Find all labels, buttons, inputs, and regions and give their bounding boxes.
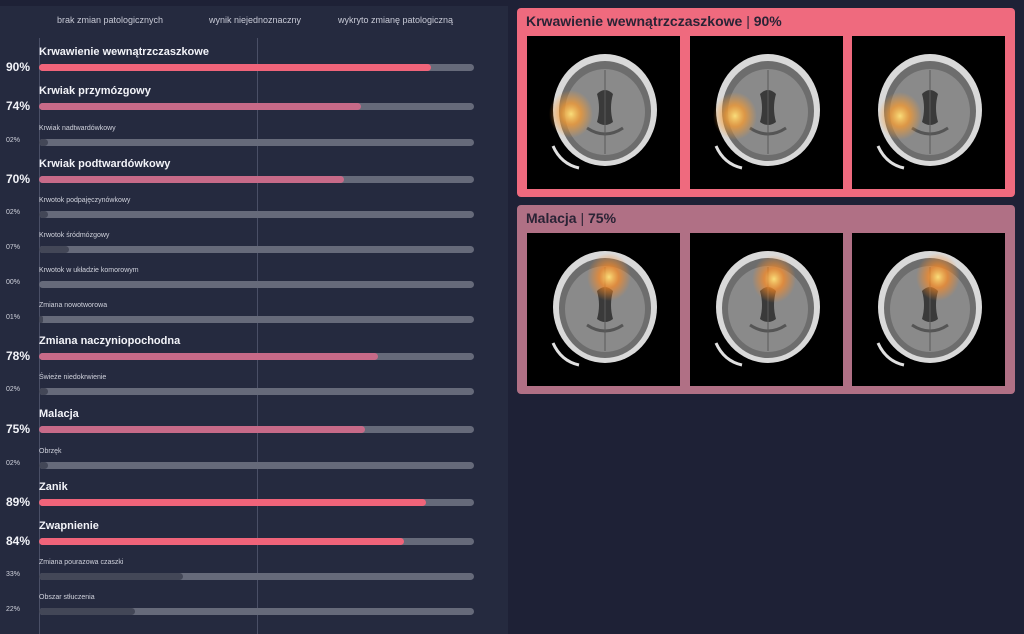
finding-bar-track bbox=[39, 388, 474, 395]
finding-bar-fill bbox=[39, 64, 431, 71]
finding-bar-fill bbox=[39, 499, 427, 506]
heatmap-card[interactable]: Malacja | 75% bbox=[517, 205, 1015, 394]
finding-percent: 07% bbox=[6, 244, 21, 251]
card-label: Malacja bbox=[526, 210, 577, 226]
finding-bar-track bbox=[39, 103, 474, 110]
finding-bar-track bbox=[39, 211, 474, 218]
finding-label: Krwotok podpajęczynówkowy bbox=[39, 197, 131, 204]
finding-bar-fill bbox=[39, 573, 183, 580]
finding-bar-track bbox=[39, 353, 474, 360]
finding-percent: 01% bbox=[6, 314, 21, 321]
finding-percent: 90% bbox=[6, 60, 31, 74]
finding-label: Malacja bbox=[39, 408, 79, 420]
finding-bar-fill bbox=[39, 316, 44, 323]
finding-bar-track bbox=[39, 573, 474, 580]
finding-bar-fill bbox=[39, 246, 70, 253]
heatmap-card[interactable]: Krwawienie wewnątrzczaszkowe | 90% bbox=[517, 8, 1015, 197]
scale-header-pathological: wykryto zmianę patologiczną bbox=[338, 15, 454, 25]
finding-percent: 70% bbox=[6, 172, 31, 186]
finding-percent: 22% bbox=[6, 606, 21, 613]
finding-bar-track bbox=[39, 499, 474, 506]
ct-scan-icon[interactable] bbox=[527, 36, 680, 189]
finding-bar-fill bbox=[39, 388, 48, 395]
finding-label: Zmiana naczyniopochodna bbox=[39, 335, 181, 347]
finding-bar-fill bbox=[39, 462, 48, 469]
finding-label: Zmiana nowotworowa bbox=[39, 302, 108, 309]
findings-panel: brak zmian patologicznych wynik niejedno… bbox=[0, 6, 508, 634]
finding-label: Świeże niedokrwienie bbox=[39, 374, 107, 381]
finding-percent: 02% bbox=[6, 137, 21, 144]
finding-label: Krwiak przymózgowy bbox=[39, 85, 151, 97]
finding-bar-fill bbox=[39, 103, 361, 110]
card-percent: 90% bbox=[753, 13, 782, 29]
finding-percent: 00% bbox=[6, 279, 21, 286]
finding-label: Krwiak podtwardówkowy bbox=[39, 158, 171, 170]
finding-bar-track bbox=[39, 462, 474, 469]
finding-label: Zwapnienie bbox=[39, 520, 99, 532]
finding-label: Obrzęk bbox=[39, 448, 62, 455]
finding-percent: 02% bbox=[6, 460, 21, 467]
card-title: Krwawienie wewnątrzczaszkowe | 90% bbox=[526, 13, 782, 29]
finding-label: Zanik bbox=[39, 481, 68, 493]
ct-scan-icon[interactable] bbox=[852, 233, 1005, 386]
finding-percent: 02% bbox=[6, 386, 21, 393]
finding-label: Krwotok śródmózgowy bbox=[39, 232, 110, 239]
finding-bar-fill bbox=[39, 538, 405, 545]
ct-scan-icon[interactable] bbox=[690, 36, 843, 189]
finding-percent: 74% bbox=[6, 99, 31, 113]
finding-percent: 75% bbox=[6, 422, 31, 436]
finding-bar-track bbox=[39, 426, 474, 433]
finding-bar-fill bbox=[39, 139, 48, 146]
finding-bar-track bbox=[39, 316, 474, 323]
finding-percent: 84% bbox=[6, 534, 31, 548]
finding-label: Krwiak nadtwardówkowy bbox=[39, 125, 116, 132]
finding-bar-fill bbox=[39, 353, 379, 360]
scale-header-normal: brak zmian patologicznych bbox=[57, 15, 164, 25]
finding-percent: 02% bbox=[6, 209, 21, 216]
ct-scan-icon[interactable] bbox=[690, 233, 843, 386]
card-title: Malacja | 75% bbox=[526, 210, 617, 226]
scale-header-ambiguous: wynik niejednoznaczny bbox=[209, 15, 302, 25]
finding-bar-fill bbox=[39, 176, 344, 183]
finding-bar-track bbox=[39, 64, 474, 71]
ct-scan-icon[interactable] bbox=[527, 233, 680, 386]
finding-bar-track bbox=[39, 281, 474, 288]
finding-label: Obszar stłuczenia bbox=[39, 594, 95, 601]
finding-bar-fill bbox=[39, 426, 366, 433]
finding-percent: 89% bbox=[6, 495, 31, 509]
finding-bar-track bbox=[39, 608, 474, 615]
card-percent: 75% bbox=[588, 210, 617, 226]
finding-percent: 33% bbox=[6, 571, 21, 578]
finding-label: Zmiana pourazowa czaszki bbox=[39, 559, 124, 566]
finding-bar-fill bbox=[39, 608, 135, 615]
card-label: Krwawienie wewnątrzczaszkowe bbox=[526, 13, 743, 29]
finding-bar-track bbox=[39, 139, 474, 146]
finding-label: Krwotok w układzie komorowym bbox=[39, 267, 139, 274]
finding-bar-fill bbox=[39, 211, 48, 218]
finding-bar-track bbox=[39, 176, 474, 183]
ct-scan-icon[interactable] bbox=[852, 36, 1005, 189]
finding-bar-track bbox=[39, 246, 474, 253]
finding-percent: 78% bbox=[6, 349, 31, 363]
finding-label: Krwawienie wewnątrzczaszkowe bbox=[39, 46, 209, 58]
finding-bar-track bbox=[39, 538, 474, 545]
